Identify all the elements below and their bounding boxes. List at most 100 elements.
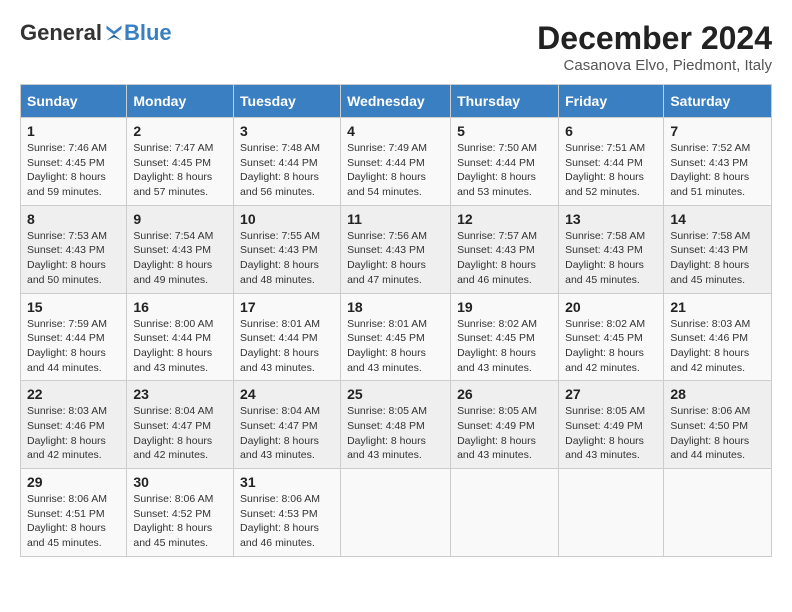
calendar-cell: 12 Sunrise: 7:57 AMSunset: 4:43 PMDayligh… (451, 205, 559, 293)
day-info: Sunrise: 7:51 AMSunset: 4:44 PMDaylight:… (565, 141, 657, 200)
calendar-cell: 26 Sunrise: 8:05 AMSunset: 4:49 PMDayligh… (451, 381, 559, 469)
calendar-cell: 28 Sunrise: 8:06 AMSunset: 4:50 PMDayligh… (664, 381, 772, 469)
calendar-header-friday: Friday (559, 85, 664, 118)
calendar-cell: 15 Sunrise: 7:59 AMSunset: 4:44 PMDayligh… (21, 293, 127, 381)
calendar-cell: 24 Sunrise: 8:04 AMSunset: 4:47 PMDayligh… (234, 381, 341, 469)
day-info: Sunrise: 8:04 AMSunset: 4:47 PMDaylight:… (240, 404, 334, 463)
day-info: Sunrise: 7:54 AMSunset: 4:43 PMDaylight:… (133, 229, 227, 288)
day-number: 12 (457, 211, 552, 227)
day-number: 1 (27, 123, 120, 139)
calendar-cell: 23Sunrise: 8:04 AMSunset: 4:47 PMDayligh… (127, 381, 234, 469)
day-number: 23 (133, 386, 227, 402)
calendar-cell (664, 469, 772, 557)
day-number: 27 (565, 386, 657, 402)
day-info: Sunrise: 7:58 AMSunset: 4:43 PMDaylight:… (670, 229, 765, 288)
day-number: 26 (457, 386, 552, 402)
day-info: Sunrise: 8:01 AMSunset: 4:45 PMDaylight:… (347, 317, 444, 376)
day-number: 18 (347, 299, 444, 315)
calendar-cell: 6 Sunrise: 7:51 AMSunset: 4:44 PMDaylight… (559, 118, 664, 206)
day-number: 30 (133, 474, 227, 490)
calendar-cell: 16 Sunrise: 8:00 AMSunset: 4:44 PMDayligh… (127, 293, 234, 381)
calendar-header-row: SundayMondayTuesdayWednesdayThursdayFrid… (21, 85, 772, 118)
day-info: Sunrise: 8:06 AMSunset: 4:50 PMDaylight:… (670, 404, 765, 463)
calendar-cell: 10Sunrise: 7:55 AMSunset: 4:43 PMDayligh… (234, 205, 341, 293)
day-number: 5 (457, 123, 552, 139)
day-info: Sunrise: 8:06 AMSunset: 4:52 PMDaylight:… (133, 492, 227, 551)
day-number: 28 (670, 386, 765, 402)
day-info: Sunrise: 7:59 AMSunset: 4:44 PMDaylight:… (27, 317, 120, 376)
day-number: 16 (133, 299, 227, 315)
day-info: Sunrise: 8:06 AMSunset: 4:53 PMDaylight:… (240, 492, 334, 551)
calendar-header-monday: Monday (127, 85, 234, 118)
calendar-cell: 1 Sunrise: 7:46 AMSunset: 4:45 PMDaylight… (21, 118, 127, 206)
day-info: Sunrise: 8:05 AMSunset: 4:48 PMDaylight:… (347, 404, 444, 463)
header: General Blue December 2024 Casanova Elvo… (20, 20, 772, 74)
day-info: Sunrise: 7:57 AMSunset: 4:43 PMDaylight:… (457, 229, 552, 288)
calendar-cell: 21 Sunrise: 8:03 AMSunset: 4:46 PMDayligh… (664, 293, 772, 381)
logo: General Blue (20, 20, 172, 46)
day-number: 24 (240, 386, 334, 402)
day-info: Sunrise: 8:03 AMSunset: 4:46 PMDaylight:… (670, 317, 765, 376)
calendar-table: SundayMondayTuesdayWednesdayThursdayFrid… (20, 84, 772, 557)
day-info: Sunrise: 8:06 AMSunset: 4:51 PMDaylight:… (27, 492, 120, 551)
main-title: December 2024 (537, 20, 772, 57)
day-info: Sunrise: 7:50 AMSunset: 4:44 PMDaylight:… (457, 141, 552, 200)
calendar-cell (341, 469, 451, 557)
day-info: Sunrise: 7:56 AMSunset: 4:43 PMDaylight:… (347, 229, 444, 288)
calendar-cell: 31 Sunrise: 8:06 AMSunset: 4:53 PMDayligh… (234, 469, 341, 557)
calendar-header-thursday: Thursday (451, 85, 559, 118)
day-info: Sunrise: 8:05 AMSunset: 4:49 PMDaylight:… (565, 404, 657, 463)
day-number: 2 (133, 123, 227, 139)
calendar-cell: 29 Sunrise: 8:06 AMSunset: 4:51 PMDayligh… (21, 469, 127, 557)
calendar-cell: 5 Sunrise: 7:50 AMSunset: 4:44 PMDaylight… (451, 118, 559, 206)
day-info: Sunrise: 7:58 AMSunset: 4:43 PMDaylight:… (565, 229, 657, 288)
day-number: 15 (27, 299, 120, 315)
day-number: 7 (670, 123, 765, 139)
calendar-cell (559, 469, 664, 557)
calendar-cell: 8Sunrise: 7:53 AMSunset: 4:43 PMDaylight… (21, 205, 127, 293)
logo-general-text: General (20, 20, 102, 46)
day-info: Sunrise: 7:46 AMSunset: 4:45 PMDaylight:… (27, 141, 120, 200)
calendar-cell: 11 Sunrise: 7:56 AMSunset: 4:43 PMDayligh… (341, 205, 451, 293)
day-info: Sunrise: 8:05 AMSunset: 4:49 PMDaylight:… (457, 404, 552, 463)
day-number: 31 (240, 474, 334, 490)
day-number: 13 (565, 211, 657, 227)
logo-bird-icon (104, 23, 124, 43)
subtitle: Casanova Elvo, Piedmont, Italy (537, 57, 772, 74)
calendar-week-row: 8Sunrise: 7:53 AMSunset: 4:43 PMDaylight… (21, 205, 772, 293)
calendar-week-row: 29 Sunrise: 8:06 AMSunset: 4:51 PMDayligh… (21, 469, 772, 557)
day-info: Sunrise: 8:00 AMSunset: 4:44 PMDaylight:… (133, 317, 227, 376)
day-info: Sunrise: 7:53 AMSunset: 4:43 PMDaylight:… (27, 229, 120, 288)
calendar-cell (451, 469, 559, 557)
calendar-cell: 22Sunrise: 8:03 AMSunset: 4:46 PMDayligh… (21, 381, 127, 469)
title-section: December 2024 Casanova Elvo, Piedmont, I… (537, 20, 772, 74)
day-number: 4 (347, 123, 444, 139)
day-number: 19 (457, 299, 552, 315)
day-info: Sunrise: 8:02 AMSunset: 4:45 PMDaylight:… (565, 317, 657, 376)
day-number: 14 (670, 211, 765, 227)
day-number: 21 (670, 299, 765, 315)
calendar-cell: 3Sunrise: 7:48 AMSunset: 4:44 PMDaylight… (234, 118, 341, 206)
calendar-cell: 14 Sunrise: 7:58 AMSunset: 4:43 PMDayligh… (664, 205, 772, 293)
calendar-week-row: 22Sunrise: 8:03 AMSunset: 4:46 PMDayligh… (21, 381, 772, 469)
calendar-cell: 9 Sunrise: 7:54 AMSunset: 4:43 PMDaylight… (127, 205, 234, 293)
day-number: 6 (565, 123, 657, 139)
day-info: Sunrise: 7:48 AMSunset: 4:44 PMDaylight:… (240, 141, 334, 200)
calendar-week-row: 1 Sunrise: 7:46 AMSunset: 4:45 PMDaylight… (21, 118, 772, 206)
calendar-cell: 17Sunrise: 8:01 AMSunset: 4:44 PMDayligh… (234, 293, 341, 381)
day-number: 22 (27, 386, 120, 402)
calendar-cell: 4Sunrise: 7:49 AMSunset: 4:44 PMDaylight… (341, 118, 451, 206)
calendar-header-sunday: Sunday (21, 85, 127, 118)
logo-blue-text: Blue (124, 20, 172, 46)
day-info: Sunrise: 8:01 AMSunset: 4:44 PMDaylight:… (240, 317, 334, 376)
day-info: Sunrise: 7:47 AMSunset: 4:45 PMDaylight:… (133, 141, 227, 200)
calendar-header-wednesday: Wednesday (341, 85, 451, 118)
day-number: 11 (347, 211, 444, 227)
calendar-week-row: 15 Sunrise: 7:59 AMSunset: 4:44 PMDayligh… (21, 293, 772, 381)
day-number: 20 (565, 299, 657, 315)
calendar-cell: 27 Sunrise: 8:05 AMSunset: 4:49 PMDayligh… (559, 381, 664, 469)
calendar-cell: 20 Sunrise: 8:02 AMSunset: 4:45 PMDayligh… (559, 293, 664, 381)
day-number: 10 (240, 211, 334, 227)
day-number: 9 (133, 211, 227, 227)
day-number: 29 (27, 474, 120, 490)
